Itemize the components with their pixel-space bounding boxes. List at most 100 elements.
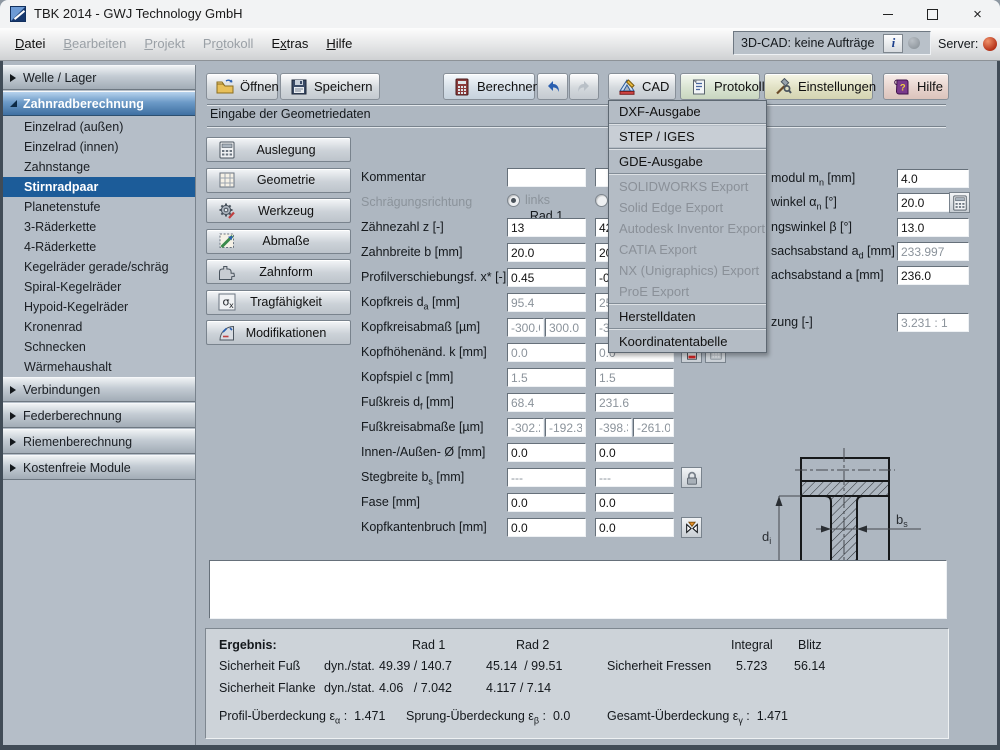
- sidebar-item-4-räderkette[interactable]: 4-Räderkette: [3, 237, 195, 257]
- sidebar-item-schnecken[interactable]: Schnecken: [3, 337, 195, 357]
- profilverschiebung-rad1-field[interactable]: [507, 268, 586, 287]
- innen-aussen-rad1-field[interactable]: [507, 443, 586, 462]
- kopfhoehenaend-rad1-field: [507, 343, 586, 362]
- label-null-achsabstand: sachsabstand ad [mm]: [771, 244, 895, 261]
- nav-button-modifikationen[interactable]: Modifikationen: [206, 320, 351, 345]
- calculate-button[interactable]: Berechnen: [443, 73, 535, 100]
- results-overlap: Gesamt-Überdeckung εγ : 1.471: [607, 709, 788, 726]
- results-row-label: Sicherheit Fuß: [219, 659, 300, 673]
- betriebsachsabstand-field[interactable]: [897, 266, 969, 285]
- cad-menu-item-koordinatentabelle[interactable]: Koordinatentabelle: [609, 331, 766, 352]
- collapsed-arrow-icon: [10, 386, 16, 394]
- sidebar-item-riemenberechnung[interactable]: Riemenberechnung: [3, 429, 195, 454]
- sidebar-label: Riemenberechnung: [23, 435, 132, 449]
- sidebar-item-einzelrad-innen-[interactable]: Einzelrad (innen): [3, 137, 195, 157]
- chamfer-icon: [684, 520, 700, 536]
- sidebar-item-kronenrad[interactable]: Kronenrad: [3, 317, 195, 337]
- kopfkantenbruch-rad2-field[interactable]: [595, 518, 674, 537]
- cad-status-indicator-icon: [908, 37, 920, 49]
- chamfer-button[interactable]: [681, 517, 702, 538]
- results-panel: Ergebnis:Rad 1Rad 2IntegralBlitzSicherhe…: [205, 628, 949, 739]
- sidebar-item-zahnradberechnung[interactable]: Zahnradberechnung: [3, 91, 195, 116]
- schraegungsrichtung-rad2-radio: [595, 194, 608, 207]
- cad-menu-item-herstelldaten[interactable]: Herstelldaten: [609, 306, 766, 327]
- sidebar-item-hypoid-kegelräder[interactable]: Hypoid-Kegelräder: [3, 297, 195, 317]
- nav-button-abmaße[interactable]: Abmaße: [206, 229, 351, 254]
- sidebar-item-wärmehaushalt[interactable]: Wärmehaushalt: [3, 357, 195, 377]
- kopfkantenbruch-rad1-field[interactable]: [507, 518, 586, 537]
- label-kopfkreisabmass: Kopfkreisabmaß [µm]: [361, 320, 480, 334]
- results-col-rad2: Rad 2: [516, 638, 549, 652]
- minimize-button[interactable]: [865, 0, 910, 28]
- sidebar-label: Spiral-Kegelräder: [24, 280, 121, 294]
- sidebar-item-planetenstufe[interactable]: Planetenstufe: [3, 197, 195, 217]
- sidebar-item-federberechnung[interactable]: Federberechnung: [3, 403, 195, 428]
- calculator-icon: [453, 78, 471, 96]
- sidebar-item-einzelrad-außen-[interactable]: Einzelrad (außen): [3, 117, 195, 137]
- cad-menu-item-gde-ausgabe[interactable]: GDE-Ausgabe: [609, 151, 766, 172]
- nav-button-werkzeug[interactable]: Werkzeug: [206, 198, 351, 223]
- sidebar-item-stirnradpaar[interactable]: Stirnradpaar: [3, 177, 195, 197]
- fase-rad2-field[interactable]: [595, 493, 674, 512]
- menu-items: DateiBearbeitenProjektProtokollExtrasHil…: [6, 28, 361, 59]
- button-label: Abmaße: [242, 234, 330, 248]
- help-button[interactable]: ?Hilfe: [883, 73, 949, 100]
- sidebar-item-kegelräder-gerade-schräg[interactable]: Kegelräder gerade/schräg: [3, 257, 195, 277]
- protocol-button[interactable]: Protokoll: [680, 73, 760, 100]
- cad-menu-item-step-iges[interactable]: STEP / IGES: [609, 126, 766, 147]
- fase-rad1-field[interactable]: [507, 493, 586, 512]
- sidebar-item-welle-lager[interactable]: Welle / Lager: [3, 65, 195, 90]
- sidebar-item-3-räderkette[interactable]: 3-Räderkette: [3, 217, 195, 237]
- redo-button: [569, 73, 599, 100]
- kommentar-rad1-field[interactable]: [507, 168, 586, 187]
- innen-aussen-rad2-field[interactable]: [595, 443, 674, 462]
- protocol-page-icon: [690, 78, 708, 96]
- menubar-item-extras[interactable]: Extras: [262, 33, 317, 54]
- sidebar-item-zahnstange[interactable]: Zahnstange: [3, 157, 195, 177]
- open-button[interactable]: Öffnen: [206, 73, 278, 100]
- nav-button-geometrie[interactable]: Geometrie: [206, 168, 351, 193]
- sidebar-item-spiral-kegelräder[interactable]: Spiral-Kegelräder: [3, 277, 195, 297]
- button-label: Zahnform: [242, 265, 330, 279]
- maximize-button[interactable]: [910, 0, 955, 28]
- sidebar-item-verbindungen[interactable]: Verbindungen: [3, 377, 195, 402]
- zaehnezahl-rad1-field[interactable]: [507, 218, 586, 237]
- menubar-item-hilfe[interactable]: Hilfe: [317, 33, 361, 54]
- nav-button-auslegung[interactable]: Auslegung: [206, 137, 351, 162]
- message-textarea[interactable]: [209, 560, 947, 619]
- svg-text:di: di: [762, 529, 771, 546]
- collapsed-arrow-icon: [10, 464, 16, 472]
- lock-stegbreite-button[interactable]: [681, 467, 702, 488]
- button-label: Werkzeug: [242, 204, 330, 218]
- menubar-item-datei[interactable]: Datei: [6, 33, 54, 54]
- sidebar-label: Wärmehaushalt: [24, 360, 112, 374]
- label-betriebsachsabstand: achsabstand a [mm]: [771, 268, 884, 282]
- sidebar-item-kostenfreie-module[interactable]: Kostenfreie Module: [3, 455, 195, 480]
- schraegungswinkel-field[interactable]: [897, 218, 969, 237]
- save-button[interactable]: Speichern: [280, 73, 380, 100]
- help-book-icon: ?: [893, 78, 911, 96]
- normalmodul-field[interactable]: [897, 169, 969, 188]
- app-window: TBK 2014 - GWJ Technology GmbH × DateiBe…: [0, 0, 1000, 750]
- nav-button-zahnform[interactable]: Zahnform: [206, 259, 351, 284]
- close-button[interactable]: ×: [955, 0, 1000, 28]
- eingriffswinkel-calc-button[interactable]: [949, 192, 970, 213]
- button-label: Geometrie: [242, 173, 330, 187]
- menu-separator: [609, 328, 766, 330]
- cad-menu-item-dxf-ausgabe[interactable]: DXF-Ausgabe: [609, 101, 766, 122]
- section-title: Eingabe der Geometriedaten: [210, 107, 371, 121]
- label-stegbreite: Stegbreite bs [mm]: [361, 470, 464, 487]
- info-button[interactable]: i: [883, 34, 903, 53]
- redo-icon: [575, 78, 593, 96]
- nav-button-tragfähigkeit[interactable]: σxTragfähigkeit: [206, 290, 351, 315]
- label-normalmodul: modul mn [mm]: [771, 171, 855, 188]
- undo-button[interactable]: [537, 73, 568, 100]
- results-row-label2: Sicherheit Fressen: [607, 659, 711, 673]
- zahnbreite-rad1-field[interactable]: [507, 243, 586, 262]
- svg-text:x: x: [229, 301, 234, 310]
- settings-button[interactable]: Einstellungen: [764, 73, 873, 100]
- stegbreite-rad1-field: [507, 468, 586, 487]
- cad-button[interactable]: CAD: [608, 73, 676, 100]
- padlock-icon: [684, 470, 700, 486]
- menubar-item-protokoll: Protokoll: [194, 33, 263, 54]
